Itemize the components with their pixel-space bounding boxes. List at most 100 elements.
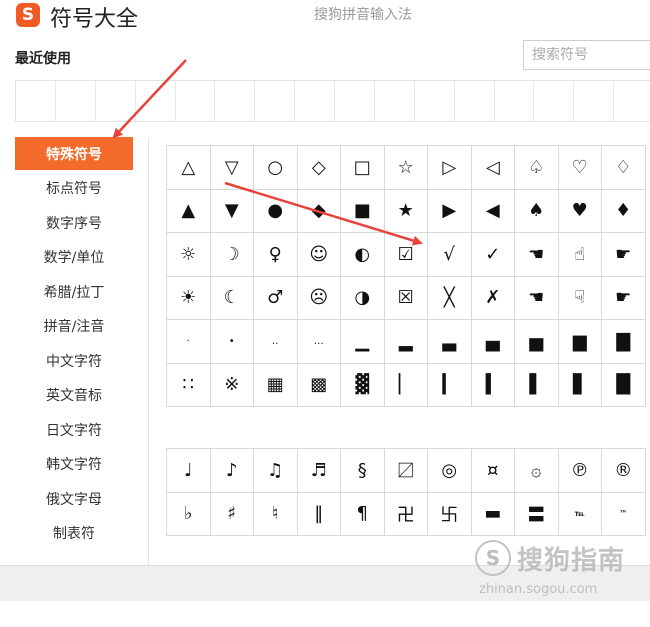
symbol-cell[interactable]: ☟ [558, 276, 602, 320]
symbol-cell[interactable]: ∷ [167, 363, 211, 407]
symbol-cell[interactable]: ♠ [515, 189, 559, 233]
symbol-cell[interactable]: ☺ [297, 233, 341, 277]
symbol-cell[interactable]: ♦ [602, 189, 646, 233]
symbol-cell[interactable]: ♯ [210, 492, 254, 536]
symbol-cell[interactable]: ▍ [471, 363, 515, 407]
symbol-cell[interactable]: 〼 [384, 449, 428, 493]
symbol-cell[interactable]: △ [167, 146, 211, 190]
symbol-cell[interactable]: 卐 [428, 492, 472, 536]
recent-slot[interactable] [574, 81, 615, 121]
symbol-cell[interactable]: ☆ [384, 146, 428, 190]
symbol-cell[interactable]: ▬ [471, 492, 515, 536]
symbol-cell[interactable]: ▼ [210, 189, 254, 233]
category-japanese-chars[interactable]: 日文字符 [15, 413, 133, 448]
category-numeric-sequence[interactable]: 数字序号 [15, 206, 133, 241]
symbol-cell[interactable]: ▆ [558, 320, 602, 364]
recent-slot[interactable] [16, 81, 56, 121]
category-pinyin-zhuyin[interactable]: 拼音/注音 [15, 309, 133, 344]
symbol-cell[interactable]: ▦ [254, 363, 298, 407]
symbol-cell[interactable]: ♩ [167, 449, 211, 493]
symbol-cell[interactable]: • [210, 320, 254, 364]
symbol-cell[interactable]: ◆ [297, 189, 341, 233]
symbol-cell[interactable]: ▷ [428, 146, 472, 190]
recent-slot[interactable] [215, 81, 256, 121]
symbol-cell[interactable]: ■ [341, 189, 385, 233]
symbol-cell[interactable]: ♮ [254, 492, 298, 536]
symbol-cell[interactable]: ☑ [384, 233, 428, 277]
symbol-cell[interactable]: ◀ [471, 189, 515, 233]
symbol-cell[interactable]: ╳ [428, 276, 472, 320]
symbol-cell[interactable]: 卍 [384, 492, 428, 536]
recent-slot[interactable] [495, 81, 535, 121]
symbol-cell[interactable]: ¤ [471, 449, 515, 493]
recent-slot[interactable] [295, 81, 335, 121]
symbol-cell[interactable]: ▏ [384, 363, 428, 407]
symbol-cell[interactable]: ™ [602, 492, 646, 536]
recent-slot[interactable] [335, 81, 375, 121]
category-box-drawing[interactable]: 制表符 [15, 516, 133, 551]
symbol-cell[interactable]: ○ [254, 146, 298, 190]
symbol-cell[interactable]: ✗ [471, 276, 515, 320]
symbol-cell[interactable]: ● [254, 189, 298, 233]
symbol-cell[interactable]: ◁ [471, 146, 515, 190]
symbol-cell[interactable]: ♀ [254, 233, 298, 277]
symbol-cell[interactable]: ▁ [341, 320, 385, 364]
category-math-units[interactable]: 数学/单位 [15, 240, 133, 275]
symbol-cell[interactable]: ♢ [602, 146, 646, 190]
recent-slot[interactable] [415, 81, 455, 121]
recent-slot[interactable] [176, 81, 216, 121]
symbol-cell[interactable]: ♫ [254, 449, 298, 493]
symbol-cell[interactable]: ◐ [341, 233, 385, 277]
category-chinese-chars[interactable]: 中文字符 [15, 344, 133, 379]
symbol-cell[interactable]: ℗ [558, 449, 602, 493]
symbol-cell[interactable]: ▓ [341, 363, 385, 407]
symbol-cell[interactable]: ▎ [428, 363, 472, 407]
category-korean-chars[interactable]: 韩文字符 [15, 447, 133, 482]
category-russian-letters[interactable]: 俄文字母 [15, 482, 133, 517]
category-punctuation[interactable]: 标点符号 [15, 171, 133, 206]
symbol-cell[interactable]: ▅ [515, 320, 559, 364]
symbol-cell[interactable]: ▲ [167, 189, 211, 233]
symbol-cell[interactable]: ☼ [167, 233, 211, 277]
category-special-symbols[interactable]: 特殊符号 [15, 137, 133, 170]
symbol-cell[interactable]: 〓 [515, 492, 559, 536]
recent-slot[interactable] [56, 81, 96, 121]
symbol-cell[interactable]: □ [341, 146, 385, 190]
symbol-cell[interactable]: ☝ [558, 233, 602, 277]
symbol-cell[interactable]: ☽ [210, 233, 254, 277]
category-english-phonetics[interactable]: 英文音标 [15, 378, 133, 413]
category-greek-latin[interactable]: 希腊/拉丁 [15, 275, 133, 310]
symbol-cell[interactable]: ‥ [254, 320, 298, 364]
symbol-cell[interactable]: ▽ [210, 146, 254, 190]
symbol-cell[interactable]: ♭ [167, 492, 211, 536]
symbol-cell[interactable]: ☀ [167, 276, 211, 320]
recent-slot[interactable] [255, 81, 296, 121]
recent-slot[interactable] [375, 81, 415, 121]
symbol-cell[interactable]: ☹ [297, 276, 341, 320]
symbol-cell[interactable]: ☒ [384, 276, 428, 320]
symbol-cell[interactable]: ☛ [602, 276, 646, 320]
recent-slot[interactable] [614, 81, 650, 121]
symbol-cell[interactable]: · [167, 320, 211, 364]
search-input[interactable] [523, 40, 650, 70]
symbol-cell[interactable]: ♤ [515, 146, 559, 190]
symbol-cell[interactable]: ▄ [471, 320, 515, 364]
symbol-cell[interactable]: … [297, 320, 341, 364]
symbol-cell[interactable]: ‖ [297, 492, 341, 536]
symbol-cell[interactable]: √ [428, 233, 472, 277]
symbol-cell[interactable]: ® [602, 449, 646, 493]
symbol-cell[interactable]: ☛ [602, 233, 646, 277]
symbol-cell[interactable]: ☾ [210, 276, 254, 320]
symbol-cell[interactable]: ▂ [384, 320, 428, 364]
recent-slot[interactable] [136, 81, 176, 121]
symbol-cell[interactable]: ¶ [341, 492, 385, 536]
symbol-cell[interactable]: ♂ [254, 276, 298, 320]
symbol-cell[interactable]: ▇ [602, 320, 646, 364]
symbol-cell[interactable]: ※ [210, 363, 254, 407]
symbol-cell[interactable]: ۞ [515, 449, 559, 493]
symbol-cell[interactable]: ☚ [515, 233, 559, 277]
symbol-cell[interactable]: ▩ [297, 363, 341, 407]
symbol-cell[interactable]: ▋ [558, 363, 602, 407]
symbol-cell[interactable]: ℡ [558, 492, 602, 536]
symbol-cell[interactable]: ✓ [471, 233, 515, 277]
